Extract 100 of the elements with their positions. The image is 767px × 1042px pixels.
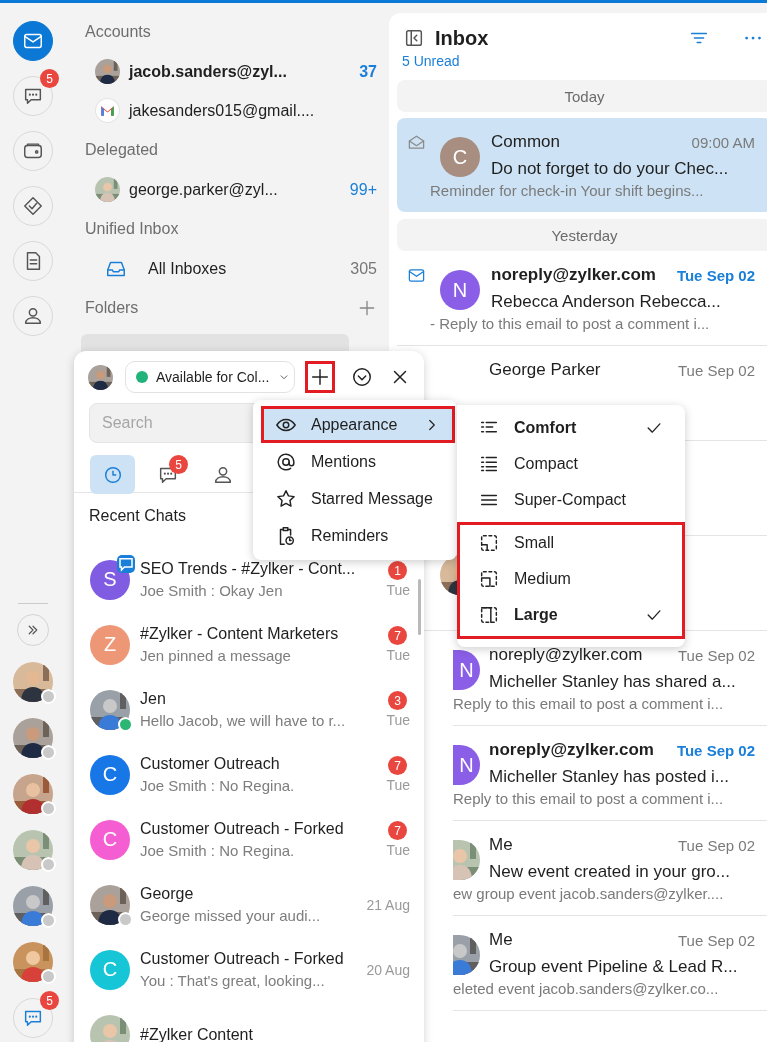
mail-date: Tue Sep 02 — [676, 266, 755, 284]
mail-preview: Reply to this email to post a comment i... — [453, 695, 725, 714]
avatar: N — [453, 650, 480, 690]
sender-name: Me — [489, 835, 513, 855]
mail-row[interactable]: Me Tue Sep 02 Group event Pipeline & Lead R... eleted event jacob.sanders@zylker.co... — [453, 916, 767, 1011]
sender-name: noreply@zylker.com — [491, 265, 656, 285]
scrollbar[interactable] — [418, 579, 421, 635]
avatar: N — [440, 270, 480, 310]
mail-subject: Micheller Stanley has shared a... — [489, 670, 737, 693]
chat-name[interactable]: Customer Outreach - Forked — [140, 950, 358, 968]
account-name[interactable]: jakesanders015@gmail.... — [129, 101, 379, 120]
unread-count[interactable]: 5 Unread — [397, 51, 767, 73]
chat-time: Tue — [386, 712, 410, 728]
mail-row[interactable]: N noreply@zylker.com Tue Sep 02 Rebecca Anderson Rebecca... - Reply to this email to post a comment i... — [397, 251, 767, 346]
mail-date: Tue Sep 02 — [678, 931, 755, 949]
unread-count: 305 — [350, 259, 377, 278]
avatar: C — [90, 949, 130, 990]
menu-item[interactable]: Compact — [460, 446, 682, 482]
count-badge: 7 — [388, 821, 407, 840]
mail-preview: Reminder for check-in Your shift begins... — [430, 182, 705, 201]
sender-name: noreply@zylker.com — [489, 740, 654, 760]
menu-item[interactable]: Small — [460, 525, 682, 561]
account-name[interactable]: jacob.sanders@zyl... — [129, 62, 351, 81]
chat-name[interactable]: SEO Trends - #Zylker - Cont... — [140, 560, 358, 578]
check-diamond-icon — [22, 195, 44, 217]
section-title: Recent Chats — [89, 507, 186, 524]
account-name[interactable]: george.parker@zyl... — [129, 180, 341, 199]
chat-name[interactable]: #Zylker - Content Marketers — [140, 625, 358, 643]
tab[interactable]: 5 — [145, 455, 190, 494]
gmail-icon — [95, 98, 120, 123]
tab[interactable] — [90, 455, 135, 494]
chat-time: Tue — [386, 582, 410, 598]
chat-name[interactable]: #Zylker Content — [140, 1025, 358, 1042]
mail-row[interactable]: Me Tue Sep 02 New event created in your gro... ew group event jacob.sanders@zylker.... — [453, 821, 767, 916]
count-badge: 7 — [388, 756, 407, 775]
menu-item[interactable]: Comfort — [460, 410, 682, 446]
small-size-icon — [478, 532, 500, 554]
chat-name[interactable]: Customer Outreach - Forked — [140, 820, 358, 838]
mail-date: Tue Sep 02 — [678, 361, 755, 379]
mail-icon — [407, 266, 426, 285]
mail-subject: Micheller Stanley has posted i... — [489, 765, 730, 788]
mail-date: Tue Sep 02 — [678, 646, 755, 664]
status-dropdown[interactable]: Available for Col... — [125, 361, 295, 393]
folder-title: Inbox — [435, 26, 489, 50]
chat-preview: Joe Smith : No Regina. — [140, 842, 296, 859]
menu-item[interactable]: Medium — [460, 561, 682, 597]
mail-date: 09:00 AM — [691, 133, 755, 151]
section-title: Delegated — [85, 141, 158, 159]
avatar: S — [90, 559, 130, 600]
medium-size-icon — [478, 568, 500, 590]
star-icon — [275, 487, 297, 510]
add-button[interactable] — [305, 361, 335, 393]
chat-preview: You : That's great, looking... — [140, 972, 326, 989]
count-badge: 5 — [40, 69, 59, 88]
chat-preview: Joe Smith : No Regina. — [140, 777, 296, 794]
section-title: Folders — [85, 299, 139, 317]
avatar: C — [90, 819, 130, 860]
count-badge: 5 — [169, 455, 188, 474]
menu-item[interactable]: Super-Compact — [460, 482, 682, 518]
mail-row[interactable]: N noreply@zylker.com Tue Sep 02 Micheller Stanley has posted i... Reply to this email to post a comment i... — [453, 726, 767, 821]
chat-name[interactable]: George — [140, 885, 358, 903]
section-title: Unified Inbox — [85, 220, 179, 238]
avatar: N — [453, 745, 480, 785]
chat-preview: George missed your audi... — [140, 907, 322, 924]
collapse-panel-icon[interactable] — [403, 27, 425, 49]
chat-preview: Hello Jacob, we will have to r... — [140, 712, 347, 729]
avatar: C — [440, 137, 480, 177]
unread-count: 37 — [359, 62, 377, 81]
chat-preview: Jen pinned a message — [140, 647, 292, 664]
mail-date: Tue Sep 02 — [678, 836, 755, 854]
mail-subject: Rebecca Anderson Rebecca... — [491, 290, 722, 313]
chat-button[interactable] — [13, 998, 53, 1038]
open-mail-icon — [407, 133, 426, 152]
count-badge: 7 — [388, 626, 407, 645]
menu-item[interactable]: Appearance — [261, 406, 455, 443]
rail-button[interactable] — [13, 21, 53, 61]
sender-name: George Parker — [489, 360, 601, 380]
mail-subject: Do not forget to do your Chec... — [491, 157, 730, 180]
plus-icon — [309, 366, 331, 388]
mail-preview: - Reply to this email to post a comment i... — [430, 315, 711, 334]
chat-time: Tue — [386, 777, 410, 793]
section-title: Accounts — [85, 23, 151, 41]
large-size-icon — [478, 604, 500, 626]
menu-item[interactable]: Large — [460, 597, 682, 633]
sender-name: Me — [489, 930, 513, 950]
chat-name[interactable]: Jen — [140, 690, 358, 708]
mail-date: Tue Sep 02 — [676, 741, 755, 759]
circle-chevron-icon[interactable] — [351, 366, 373, 388]
chat-preview: Joe Smith : Okay Jen — [140, 582, 284, 599]
menu-item[interactable]: Starred Message — [261, 480, 455, 517]
menu-item[interactable]: Mentions — [261, 443, 455, 480]
avatar: Z — [90, 624, 130, 665]
account-name[interactable]: All Inboxes — [148, 259, 342, 278]
chat-time: 21 Aug — [366, 896, 410, 913]
menu-item[interactable]: Reminders — [261, 517, 455, 554]
mail-subject: New event created in your gro... — [489, 860, 731, 883]
sender-name: Common — [491, 132, 560, 152]
mail-row[interactable]: C Common 09:00 AM Do not forget to do your Chec... Reminder for check-in Your shift begins... — [397, 118, 767, 212]
count-badge: 3 — [388, 691, 407, 710]
chat-name[interactable]: Customer Outreach — [140, 755, 358, 773]
